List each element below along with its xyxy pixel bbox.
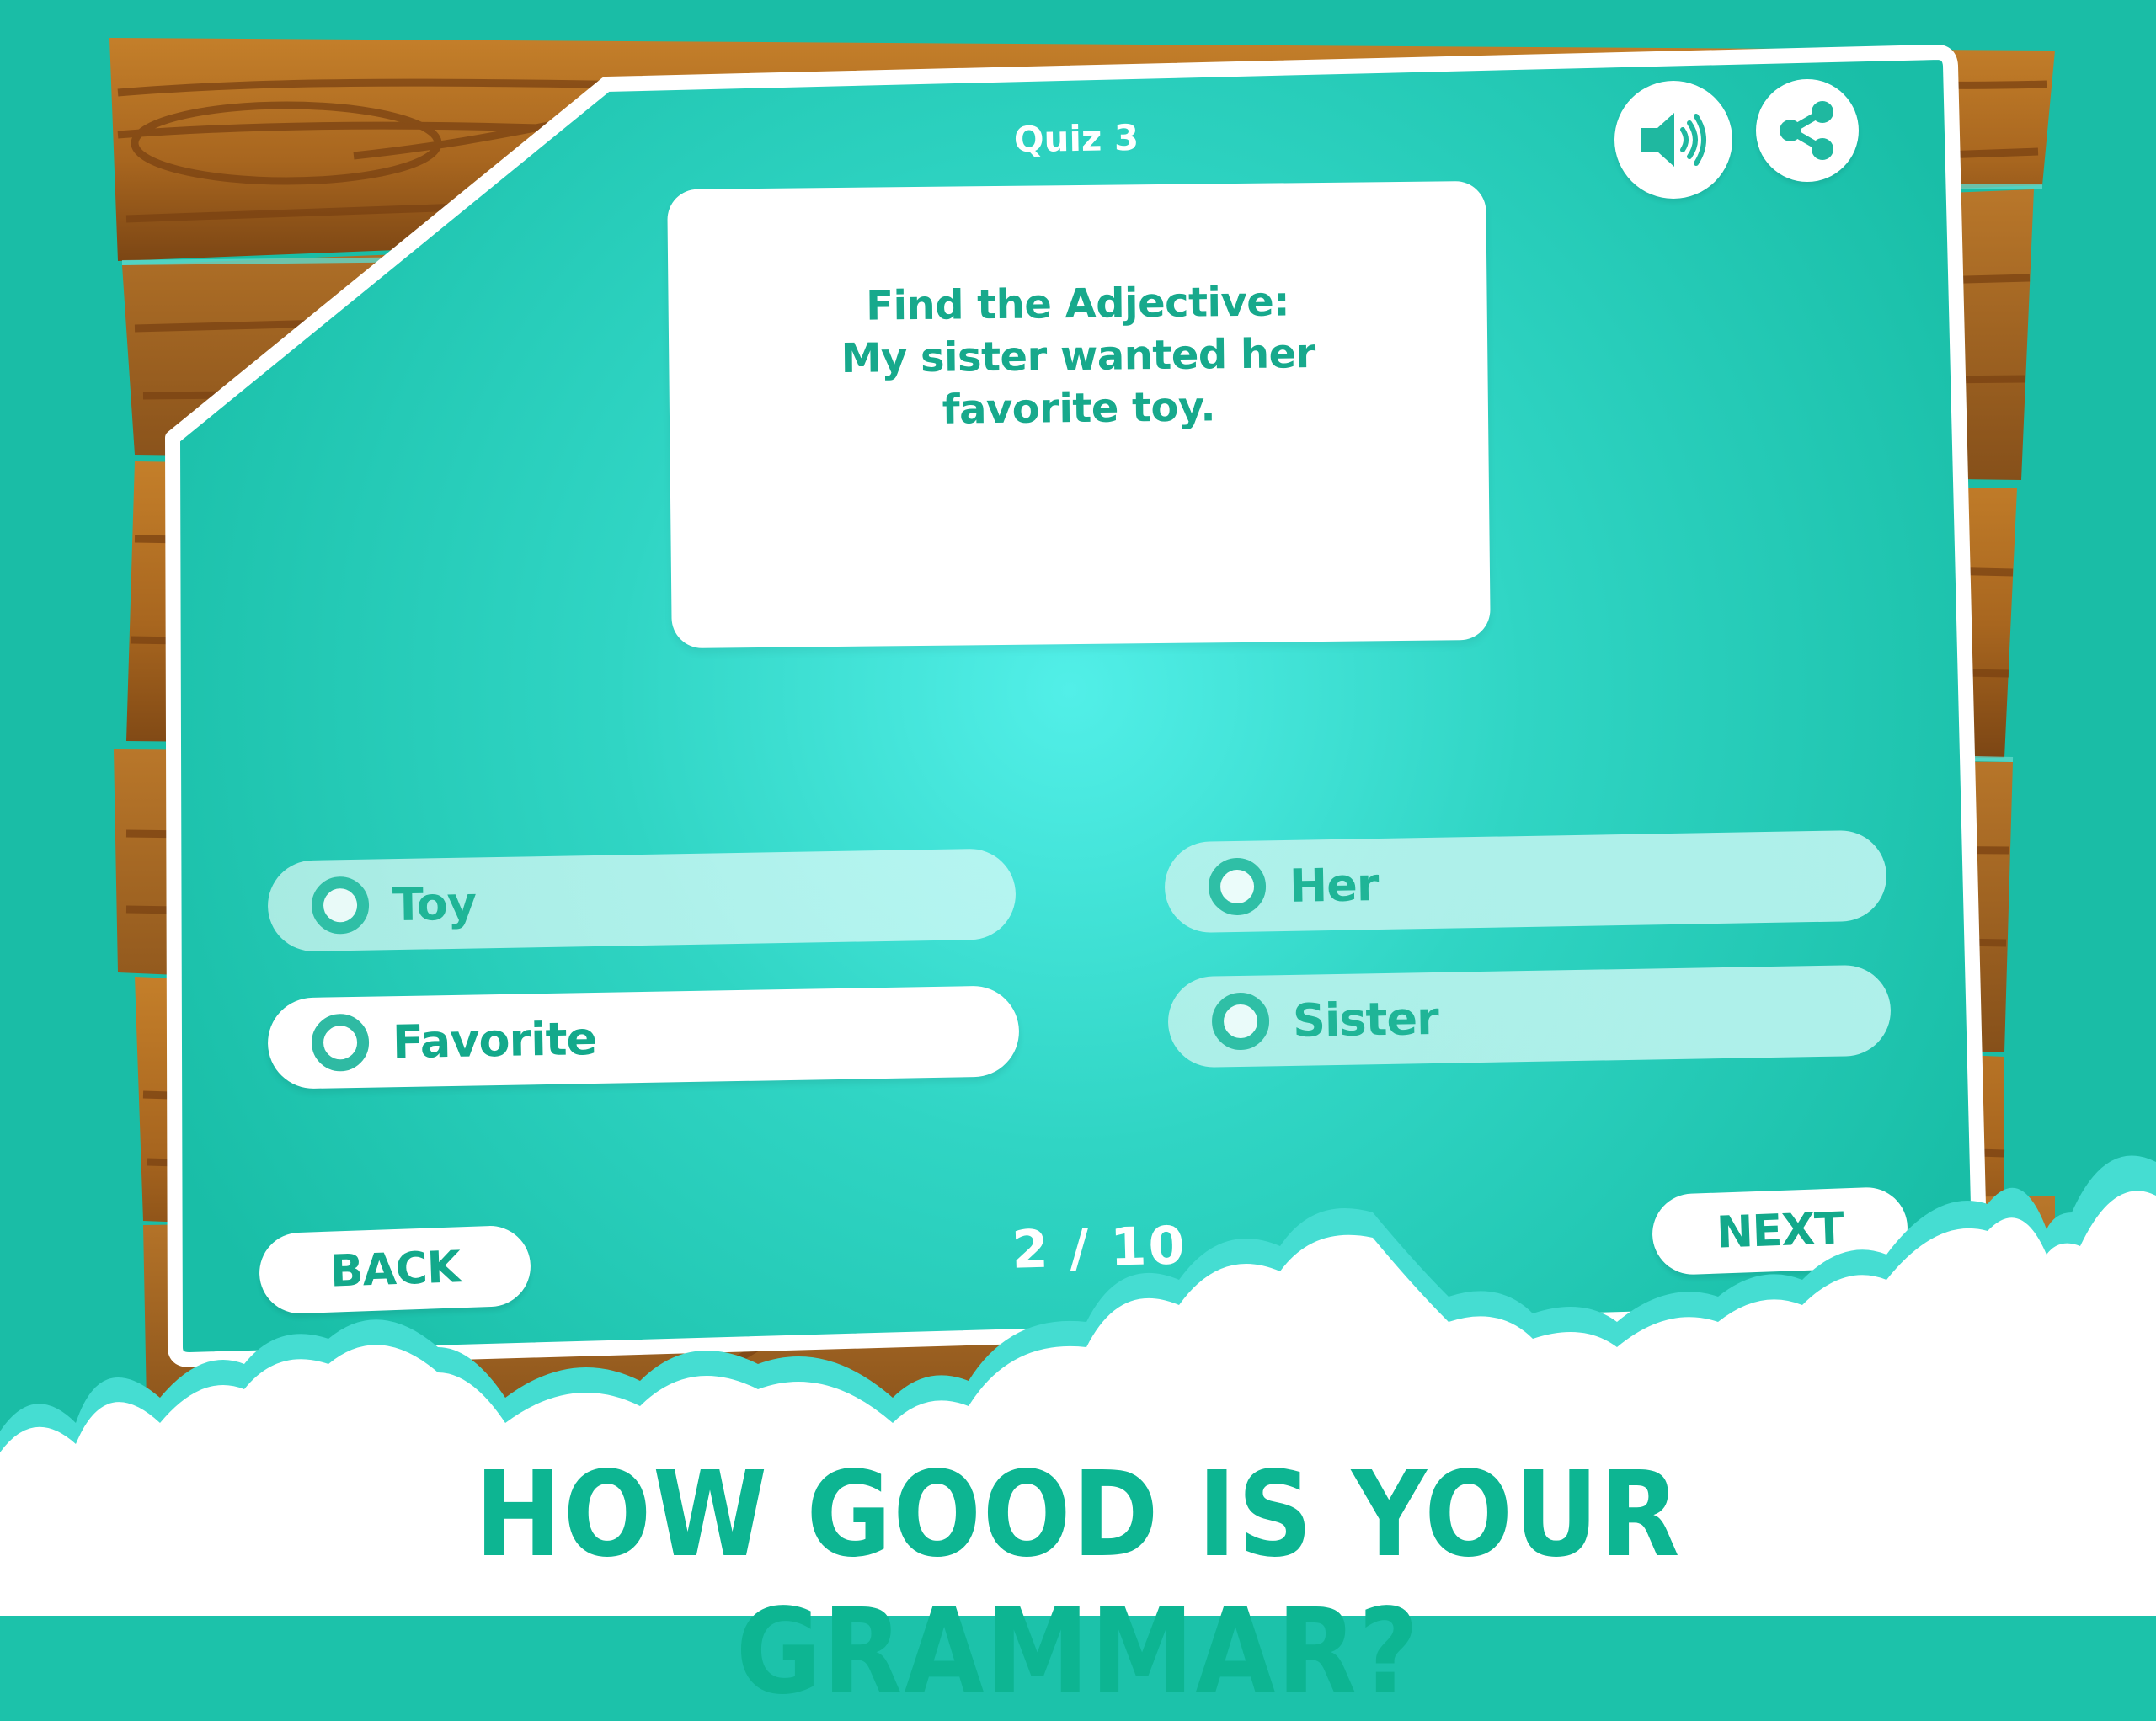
headline: HOW GOOD IS YOUR GRAMMAR? (474, 1447, 1682, 1721)
cloud-border (0, 1155, 2156, 1616)
